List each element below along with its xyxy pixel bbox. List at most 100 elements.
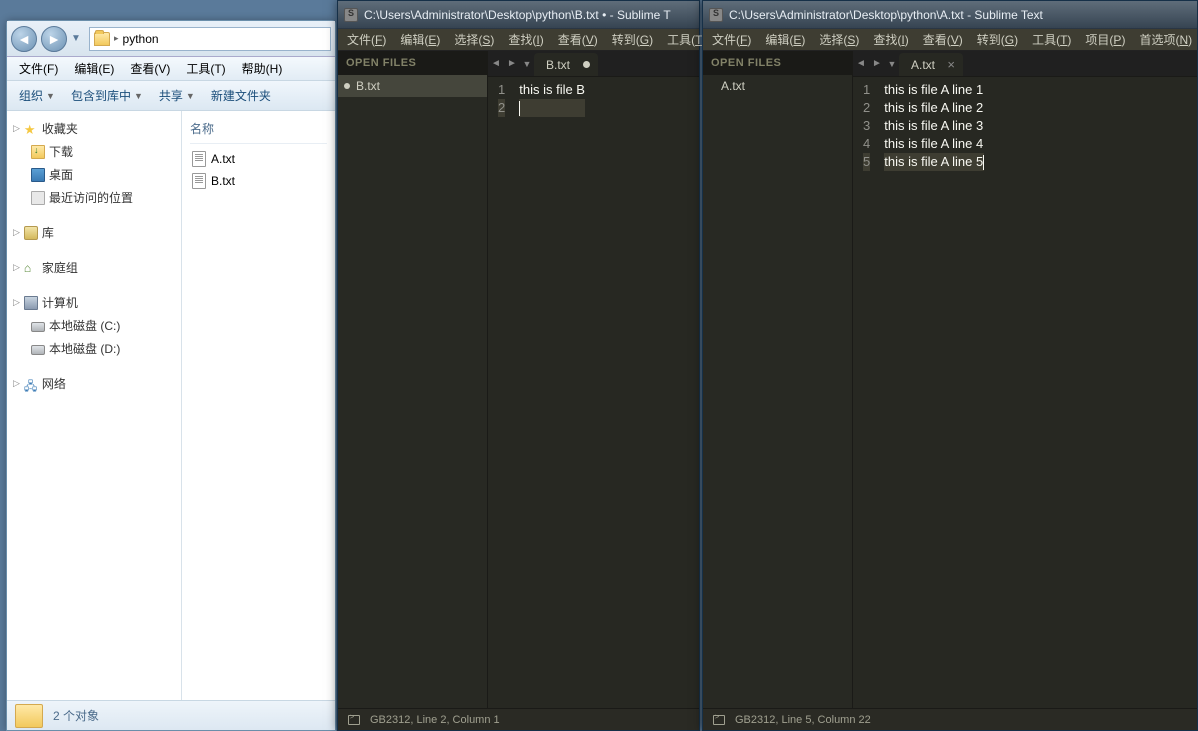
homegroup[interactable]: ▷⌂家庭组	[11, 256, 177, 279]
sidebar: OPEN FILES B.txt	[338, 51, 488, 708]
tree-disk-c[interactable]: 本地磁盘 (C:)	[11, 314, 177, 337]
file-item[interactable]: B.txt	[190, 170, 327, 192]
menu-item[interactable]: 工具(T)	[1025, 29, 1078, 50]
tree-downloads[interactable]: 下载	[11, 140, 177, 163]
computer-group[interactable]: ▷计算机	[11, 291, 177, 314]
explorer-toolbar: 组织 ▼ 包含到库中 ▼ 共享 ▼ 新建文件夹	[7, 81, 335, 111]
code-area[interactable]: 12345 this is file A line 1this is file …	[853, 77, 1197, 175]
menubar: 文件(F)编辑(E)选择(S)查找(I)查看(V)转到(G)工具(T)项目(P)…	[703, 29, 1197, 51]
open-files-header: OPEN FILES	[703, 51, 852, 75]
library-icon	[24, 226, 38, 240]
explorer-menubar: 文件(F) 编辑(E) 查看(V) 工具(T) 帮助(H)	[7, 57, 335, 81]
breadcrumb-folder[interactable]: python	[123, 32, 159, 46]
sublime-window-a: C:\Users\Administrator\Desktop\python\A.…	[702, 0, 1198, 731]
menu-item[interactable]: 编辑(E)	[393, 29, 447, 50]
tab-bar: ◄ ► ▼ A.txt ×	[853, 51, 1197, 77]
window-title: C:\Users\Administrator\Desktop\python\A.…	[729, 8, 1043, 22]
explorer-window: ◄ ► ▼ ▸ python 文件(F) 编辑(E) 查看(V) 工具(T) 帮…	[6, 20, 336, 731]
back-button[interactable]: ◄	[11, 26, 37, 52]
menu-item[interactable]: 转到(G)	[970, 29, 1025, 50]
tab-prev[interactable]: ◄	[853, 51, 869, 76]
editor-pane: ◄ ► ▼ B.txt 12 this is file B	[488, 51, 699, 708]
download-icon	[31, 145, 45, 159]
titlebar[interactable]: C:\Users\Administrator\Desktop\python\B.…	[338, 1, 699, 29]
include-library-button[interactable]: 包含到库中 ▼	[65, 84, 149, 107]
disk-icon	[31, 322, 45, 332]
forward-button[interactable]: ►	[41, 26, 67, 52]
menu-item[interactable]: 转到(G)	[605, 29, 660, 50]
menu-item[interactable]: 首选项(N)	[1132, 29, 1198, 50]
menu-item[interactable]: 项目(P)	[1078, 29, 1132, 50]
menu-item[interactable]: 查看(V)	[551, 29, 605, 50]
history-dropdown[interactable]: ▼	[71, 33, 85, 44]
computer-icon	[24, 296, 38, 310]
file-item[interactable]: A.txt	[190, 148, 327, 170]
menu-item[interactable]: 查找(I)	[866, 29, 915, 50]
text-file-icon	[192, 151, 206, 167]
sidebar-file-item[interactable]: A.txt	[703, 75, 852, 97]
close-icon[interactable]: ×	[947, 57, 955, 72]
new-folder-button[interactable]: 新建文件夹	[205, 84, 277, 107]
network-group[interactable]: ▷🖧网络	[11, 372, 177, 395]
libraries-group[interactable]: ▷库	[11, 221, 177, 244]
tree-disk-d[interactable]: 本地磁盘 (D:)	[11, 337, 177, 360]
sublime-window-b: C:\Users\Administrator\Desktop\python\B.…	[337, 0, 700, 731]
text-file-icon	[192, 173, 206, 189]
menu-item[interactable]: 文件(F)	[340, 29, 393, 50]
menu-item[interactable]: 选择(S)	[447, 29, 501, 50]
tree-desktop[interactable]: 桌面	[11, 163, 177, 186]
menu-item[interactable]: 选择(S)	[812, 29, 866, 50]
tab-list[interactable]: ▼	[885, 51, 899, 76]
console-icon[interactable]	[713, 715, 725, 725]
nav-bar: ◄ ► ▼ ▸ python	[7, 21, 335, 57]
tab-prev[interactable]: ◄	[488, 51, 504, 76]
menu-item[interactable]: 编辑(E)	[758, 29, 812, 50]
recent-icon	[31, 191, 45, 205]
line-gutter: 12	[488, 77, 513, 121]
menu-file[interactable]: 文件(F)	[11, 58, 66, 79]
status-text: GB2312, Line 5, Column 22	[735, 714, 871, 726]
tree-recent[interactable]: 最近访问的位置	[11, 186, 177, 209]
menu-item[interactable]: 查找(I)	[501, 29, 550, 50]
column-header-name[interactable]: 名称	[190, 117, 327, 144]
tab-next[interactable]: ►	[869, 51, 885, 76]
line-gutter: 12345	[853, 77, 878, 175]
code-area[interactable]: 12 this is file B	[488, 77, 699, 121]
breadcrumb-separator: ▸	[114, 33, 119, 44]
sidebar: OPEN FILES A.txt	[703, 51, 853, 708]
dirty-indicator-icon	[583, 61, 590, 68]
item-count: 2 个对象	[53, 707, 99, 724]
app-icon	[344, 8, 358, 22]
folder-icon	[15, 704, 43, 728]
statusbar: GB2312, Line 2, Column 1	[338, 708, 699, 730]
titlebar[interactable]: C:\Users\Administrator\Desktop\python\A.…	[703, 1, 1197, 29]
navigation-tree: ▷★收藏夹 下载 桌面 最近访问的位置 ▷库 ▷⌂家庭组 ▷计算机 本地磁盘 (…	[7, 111, 182, 700]
menu-item[interactable]: 查看(V)	[916, 29, 970, 50]
homegroup-icon: ⌂	[24, 261, 38, 275]
menu-view[interactable]: 查看(V)	[122, 58, 178, 79]
menu-help[interactable]: 帮助(H)	[234, 58, 291, 79]
favorites-group[interactable]: ▷★收藏夹	[11, 117, 177, 140]
code-lines[interactable]: this is file B	[513, 77, 591, 121]
star-icon: ★	[24, 122, 38, 136]
code-lines[interactable]: this is file A line 1this is file A line…	[878, 77, 990, 175]
tab-list[interactable]: ▼	[520, 51, 534, 76]
status-text: GB2312, Line 2, Column 1	[370, 714, 500, 726]
file-list: 名称 A.txt B.txt	[182, 111, 335, 700]
menubar: 文件(F)编辑(E)选择(S)查找(I)查看(V)转到(G)工具(T)	[338, 29, 699, 51]
network-icon: 🖧	[24, 377, 38, 391]
tab-a[interactable]: A.txt ×	[899, 53, 963, 76]
console-icon[interactable]	[348, 715, 360, 725]
sidebar-file-item[interactable]: B.txt	[338, 75, 487, 97]
organize-button[interactable]: 组织 ▼	[13, 84, 61, 107]
menu-tools[interactable]: 工具(T)	[178, 58, 233, 79]
explorer-statusbar: 2 个对象	[7, 700, 335, 730]
menu-item[interactable]: 文件(F)	[705, 29, 758, 50]
tab-b[interactable]: B.txt	[534, 53, 598, 76]
address-bar[interactable]: ▸ python	[89, 27, 331, 51]
open-files-header: OPEN FILES	[338, 51, 487, 75]
tab-next[interactable]: ►	[504, 51, 520, 76]
disk-icon	[31, 345, 45, 355]
menu-edit[interactable]: 编辑(E)	[66, 58, 122, 79]
share-button[interactable]: 共享 ▼	[153, 84, 201, 107]
